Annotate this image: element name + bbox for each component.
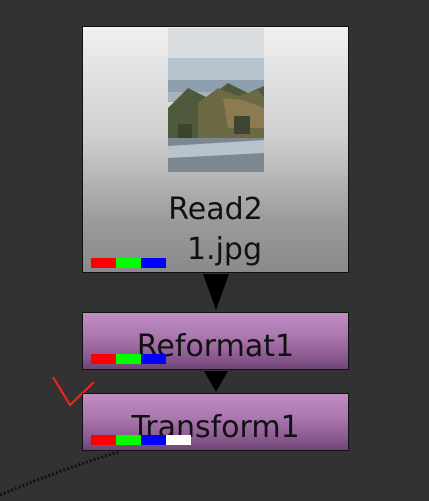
channel-red	[91, 354, 116, 364]
arrow-down-icon	[203, 274, 229, 310]
channel-blue	[141, 354, 166, 364]
channel-alpha	[166, 435, 191, 445]
channel-red	[91, 258, 116, 268]
channel-indicator	[91, 435, 191, 445]
channel-red	[91, 435, 116, 445]
channel-blue	[141, 435, 166, 445]
channel-green	[116, 435, 141, 445]
channel-green	[116, 258, 141, 268]
image-thumbnail	[168, 28, 264, 172]
node-graph-canvas[interactable]: Read2 1.jpg Reformat1 Transform1	[0, 0, 429, 501]
channel-blue	[141, 258, 166, 268]
reformat-node[interactable]: Reformat1	[82, 312, 349, 370]
arrow-down-icon	[204, 371, 228, 392]
channel-indicator	[91, 258, 166, 268]
channel-green	[116, 354, 141, 364]
read-node[interactable]: Read2 1.jpg	[82, 26, 349, 273]
read-node-title: Read2	[168, 192, 263, 227]
transform-node[interactable]: Transform1	[82, 393, 349, 451]
channel-indicator	[91, 354, 166, 364]
